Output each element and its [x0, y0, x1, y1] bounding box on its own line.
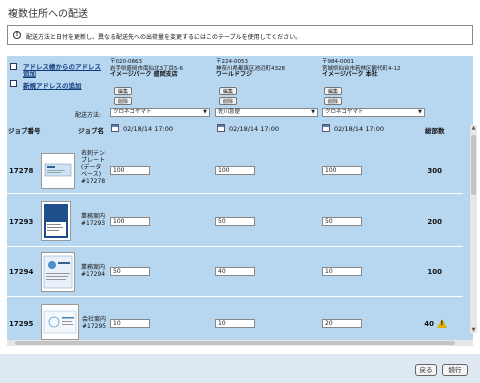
- address-column-1: 〒020-0863 岩手県盛岡市南仙北3丁目5-6 イメージパーク 盛岡支店: [110, 59, 183, 79]
- job-number: 17278: [9, 167, 34, 175]
- quantity-input[interactable]: 100: [215, 166, 255, 175]
- shipping-method-select-1[interactable]: クロネコヤマト ▼: [110, 108, 210, 117]
- footer-bar: [0, 354, 480, 383]
- job-name-line: 業務案内: [81, 213, 106, 220]
- row-divider: [7, 246, 463, 247]
- info-box: ! 配送方法と日付を更新し、異なる配送先への出荷量を変更するにはこのテーブルを使…: [7, 25, 473, 45]
- job-name: 会社案内 #17295: [82, 316, 106, 330]
- continue-button[interactable]: 続行: [442, 364, 468, 376]
- selected-value: クロネコヤマト: [325, 109, 364, 115]
- quantity-input[interactable]: 10: [322, 267, 362, 276]
- new-address-icon[interactable]: [10, 80, 17, 87]
- page-title: 複数住所への配送: [8, 9, 88, 20]
- address-column-2: 〒224-0053 神奈川県都筑区池辺町4328 ワールドフジ: [216, 59, 285, 79]
- job-thumbnail: [41, 304, 79, 340]
- job-thumbnail: [41, 252, 75, 292]
- quantity-input[interactable]: 100: [110, 217, 150, 226]
- job-name-line: #17278: [81, 178, 106, 185]
- job-name-line: ベース): [81, 171, 102, 178]
- address-column-3: 〒984-0001 宮城県仙台市若林区鶴代町4-12 イメージパーク 本社: [322, 59, 400, 79]
- shipping-panel: [7, 56, 473, 340]
- warning-icon: !: [437, 319, 447, 328]
- info-icon: !: [13, 31, 21, 39]
- dropdown-arrow-icon: ▼: [203, 109, 207, 115]
- header-job-name: ジョブ名: [78, 127, 104, 135]
- delivery-date-2: 02/18/14 17:00: [229, 125, 279, 133]
- add-from-address-book-link-2[interactable]: 追加: [23, 68, 36, 78]
- vertical-scrollbar[interactable]: ▲ ▼: [469, 125, 477, 333]
- job-thumbnail: [41, 153, 75, 189]
- job-name-line: #17295: [82, 323, 107, 330]
- quantity-input[interactable]: 40: [215, 267, 255, 276]
- scrollbar-thumb[interactable]: [471, 135, 476, 195]
- delete-address-2-button[interactable]: 削除: [219, 97, 238, 105]
- add-new-address-link[interactable]: 新規アドレスの追加: [23, 80, 82, 90]
- info-text: 配送方法と日付を更新し、異なる配送先への出荷量を変更するにはこのテーブルを使用し…: [26, 34, 302, 41]
- job-thumbnail: [41, 201, 71, 241]
- edit-address-2-button[interactable]: 編集: [219, 87, 238, 95]
- address-name: ワールドフジ: [216, 71, 253, 78]
- quantity-input[interactable]: 100: [322, 166, 362, 175]
- scroll-up-icon[interactable]: ▲: [470, 125, 477, 131]
- address-book-icon[interactable]: [10, 63, 17, 70]
- job-name: 業務案内 #17293: [81, 213, 105, 227]
- quantity-input[interactable]: 10: [215, 319, 255, 328]
- job-name-line: プレート: [81, 157, 106, 164]
- dropdown-arrow-icon: ▼: [311, 109, 315, 115]
- header-total: 総部数: [425, 127, 445, 135]
- quantity-input[interactable]: 50: [110, 267, 150, 276]
- delivery-date-3: 02/18/14 17:00: [334, 125, 384, 133]
- job-total: 300: [427, 167, 442, 175]
- job-total: 200: [427, 218, 442, 226]
- quantity-input[interactable]: 50: [322, 217, 362, 226]
- shipping-method-select-2[interactable]: 佐川急便 ▼: [215, 108, 318, 117]
- shipping-method-select-3[interactable]: クロネコヤマト ▼: [322, 108, 425, 117]
- job-name: 業務案内 #17294: [81, 264, 105, 278]
- edit-address-3-button[interactable]: 編集: [324, 87, 343, 95]
- delivery-date-1: 02/18/14 17:00: [123, 125, 173, 133]
- horizontal-scrollbar[interactable]: [7, 340, 473, 346]
- quantity-input[interactable]: 10: [110, 319, 150, 328]
- job-number: 17295: [9, 320, 34, 328]
- job-name-line: (データ: [81, 164, 102, 171]
- delete-address-3-button[interactable]: 削除: [324, 97, 343, 105]
- address-name: イメージパーク 盛岡支店: [110, 71, 178, 78]
- dropdown-arrow-icon: ▼: [418, 109, 422, 115]
- row-divider: [7, 296, 463, 297]
- edit-address-1-button[interactable]: 編集: [114, 87, 133, 95]
- scrollbar-thumb[interactable]: [15, 341, 455, 345]
- header-job-number: ジョブ番号: [8, 127, 41, 135]
- job-total: 100: [427, 268, 442, 276]
- quantity-input[interactable]: 20: [322, 319, 362, 328]
- address-name: イメージパーク 本社: [322, 71, 378, 78]
- job-name-line: #17294: [81, 271, 106, 278]
- job-name: 名刺テン プレート (データ ベース) #17278: [81, 150, 105, 185]
- row-divider: [7, 193, 463, 194]
- calendar-icon[interactable]: [322, 124, 330, 132]
- job-name-line: 名刺テン: [81, 150, 106, 157]
- delete-address-1-button[interactable]: 削除: [114, 97, 133, 105]
- job-total: 40: [424, 320, 434, 328]
- quantity-input[interactable]: 100: [110, 166, 150, 175]
- selected-value: クロネコヤマト: [113, 109, 152, 115]
- calendar-icon[interactable]: [217, 124, 225, 132]
- shipping-method-label: 配送方法:: [75, 112, 102, 119]
- job-name-line: #17293: [81, 220, 106, 227]
- quantity-input[interactable]: 50: [215, 217, 255, 226]
- selected-value: 佐川急便: [218, 109, 241, 115]
- job-name-line: 会社案内: [82, 316, 107, 323]
- job-number: 17294: [9, 268, 34, 276]
- job-name-line: 業務案内: [81, 264, 106, 271]
- job-number: 17293: [9, 218, 34, 226]
- calendar-icon[interactable]: [111, 124, 119, 132]
- back-button[interactable]: 戻る: [415, 364, 437, 376]
- scroll-down-icon[interactable]: ▼: [470, 327, 477, 333]
